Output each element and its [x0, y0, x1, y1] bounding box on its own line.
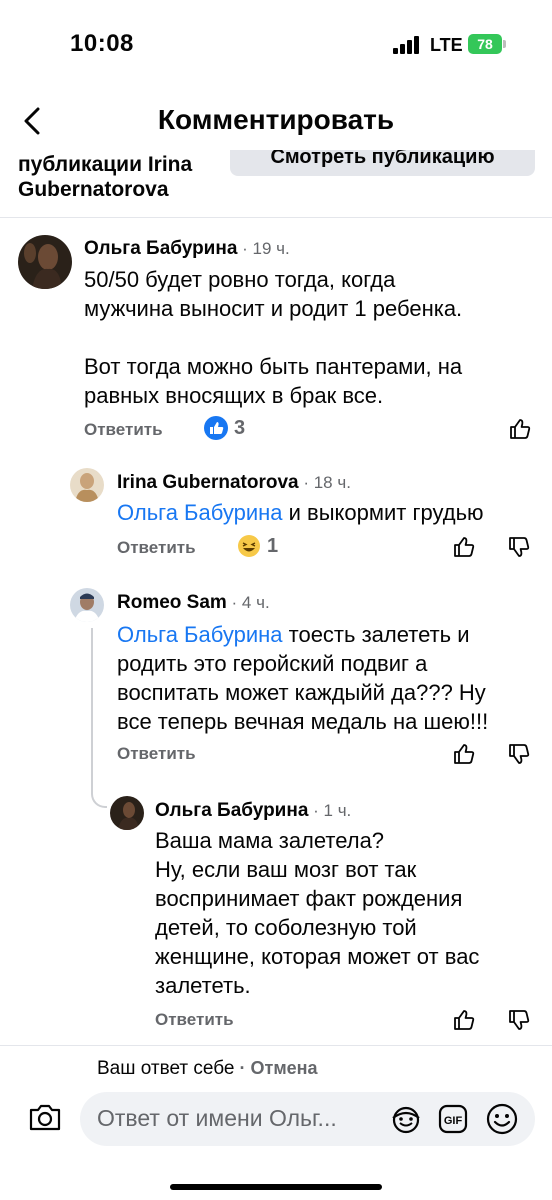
reply-button[interactable]: Ответить	[117, 744, 196, 764]
post-author-line1: публикации Irina	[18, 153, 193, 176]
camera-icon[interactable]	[28, 1102, 62, 1132]
text-line: женщине, которая может от вас	[155, 944, 480, 969]
thumbs-up-icon[interactable]	[508, 417, 532, 441]
signal-icon	[393, 36, 419, 54]
thumbs-up-icon[interactable]	[452, 535, 476, 559]
avatar-sticker-icon[interactable]	[390, 1104, 422, 1134]
comment: Ольга Бабурина · 19 ч. 50/50 будет ровно…	[0, 225, 552, 445]
reply-button[interactable]: Ответить	[84, 420, 163, 440]
reply-to-label: Ваш ответ себе · Отмена	[97, 1058, 318, 1080]
comment-text: 50/50 будет ровно тогда, когда мужчина в…	[84, 265, 462, 410]
network-label: LTE	[430, 35, 463, 55]
reaction-count: 3	[234, 416, 246, 439]
comment-author[interactable]: Irina Gubernatorova · 18 ч.	[117, 472, 351, 494]
text-line: Ваша мама залетела?	[155, 828, 385, 853]
text-line: все теперь вечная медаль на шею!!!	[117, 709, 489, 734]
reaction-summary[interactable]: 3	[204, 416, 245, 440]
author-name[interactable]: Ольга Бабурина	[84, 238, 237, 259]
comment-text: Ваша мама залетела? Ну, если ваш мозг во…	[155, 826, 479, 1000]
mention-link[interactable]: Ольга Бабурина	[117, 622, 283, 647]
text-line: мужчина выносит и родит 1 ребенка.	[84, 296, 463, 321]
text-line: равных вносящих в брак все.	[84, 383, 384, 408]
text-line: и выкормит грудью	[282, 500, 484, 525]
avatar[interactable]	[70, 588, 104, 622]
thumbs-up-icon[interactable]	[452, 1008, 476, 1032]
page-title: Комментировать	[157, 104, 395, 135]
text-line: залететь.	[155, 973, 251, 998]
reply-to-text: Ваш ответ себе	[97, 1058, 235, 1079]
status-time: 10:08	[70, 30, 134, 57]
reply-button[interactable]: Ответить	[155, 1010, 234, 1030]
comment-author[interactable]: Ольга Бабурина · 1 ч.	[155, 800, 351, 822]
text-line: воспринимает факт рождения	[155, 886, 463, 911]
reply-composer: Ваш ответ себе · Отмена Ответ от имени О…	[0, 1045, 552, 1200]
text-line: Ну, если ваш мозг вот так	[155, 857, 417, 882]
author-name[interactable]: Irina Gubernatorova	[117, 472, 299, 493]
battery-level: 78	[468, 34, 502, 54]
author-name[interactable]: Romeo Sam	[117, 592, 227, 613]
avatar[interactable]	[18, 235, 72, 289]
thumbs-up-icon[interactable]	[452, 742, 476, 766]
comment-reply: Romeo Sam · 4 ч. Ольга Бабурина тоесть з…	[0, 580, 552, 780]
comment-reply: Ольга Бабурина · 1 ч. Ваша мама залетела…	[0, 788, 552, 1038]
reaction-summary[interactable]: 1	[237, 534, 278, 558]
text-line: Вот тогда можно быть пантерами, на	[84, 354, 463, 379]
text-line: детей, то соболезную той	[155, 915, 417, 940]
text-line: 50/50 будет ровно тогда, когда	[84, 267, 396, 292]
avatar[interactable]	[110, 796, 144, 830]
text-line: воспитать может каждыйй да??? Ну	[117, 680, 486, 705]
comment-input[interactable]: Ответ от имени Ольг... GIF	[80, 1092, 535, 1146]
comment-time: · 19 ч.	[237, 239, 290, 258]
view-post-button[interactable]: Смотреть публикацию	[230, 150, 535, 176]
header: Комментировать	[0, 90, 552, 150]
comment-author[interactable]: Ольга Бабурина · 19 ч.	[84, 238, 290, 260]
comment-reply: Irina Gubernatorova · 18 ч. Ольга Бабури…	[0, 460, 552, 570]
post-author: публикации Irina Gubernatorova	[18, 152, 248, 202]
cancel-reply-button[interactable]: · Отмена	[235, 1058, 318, 1078]
status-bar: 10:08 LTE 78	[0, 0, 552, 90]
comment-time: · 4 ч.	[226, 593, 270, 612]
battery-icon: 78	[468, 34, 506, 54]
text-line: тоесть залететь и	[282, 622, 470, 647]
comment-text: Ольга Бабурина тоесть залететь и родить …	[117, 620, 488, 736]
comment-input-placeholder: Ответ от имени Ольг...	[97, 1105, 337, 1131]
comment-time: · 18 ч.	[298, 473, 351, 492]
text-line: родить это геройский подвиг а	[117, 651, 428, 676]
comment-time: · 1 ч.	[308, 801, 352, 820]
post-author-line2: Gubernatorova	[18, 178, 169, 201]
post-context: публикации Irina Gubernatorova Смотреть …	[0, 150, 552, 218]
author-name[interactable]: Ольга Бабурина	[155, 800, 308, 821]
home-indicator	[170, 1184, 382, 1190]
avatar[interactable]	[70, 468, 104, 502]
emoji-icon[interactable]	[485, 1102, 519, 1136]
gif-icon[interactable]: GIF	[438, 1104, 468, 1134]
thumbs-down-icon[interactable]	[507, 1008, 531, 1032]
comment-author[interactable]: Romeo Sam · 4 ч.	[117, 592, 270, 614]
mention-link[interactable]: Ольга Бабурина	[117, 500, 283, 525]
comment-text: Ольга Бабурина и выкормит грудью	[117, 498, 484, 527]
thumbs-down-icon[interactable]	[507, 742, 531, 766]
laugh-reaction-icon	[238, 535, 260, 557]
svg-text:GIF: GIF	[444, 1115, 463, 1127]
reply-button[interactable]: Ответить	[117, 538, 196, 558]
thumbs-down-icon[interactable]	[507, 535, 531, 559]
like-reaction-icon	[204, 416, 228, 440]
reaction-count: 1	[267, 534, 279, 557]
